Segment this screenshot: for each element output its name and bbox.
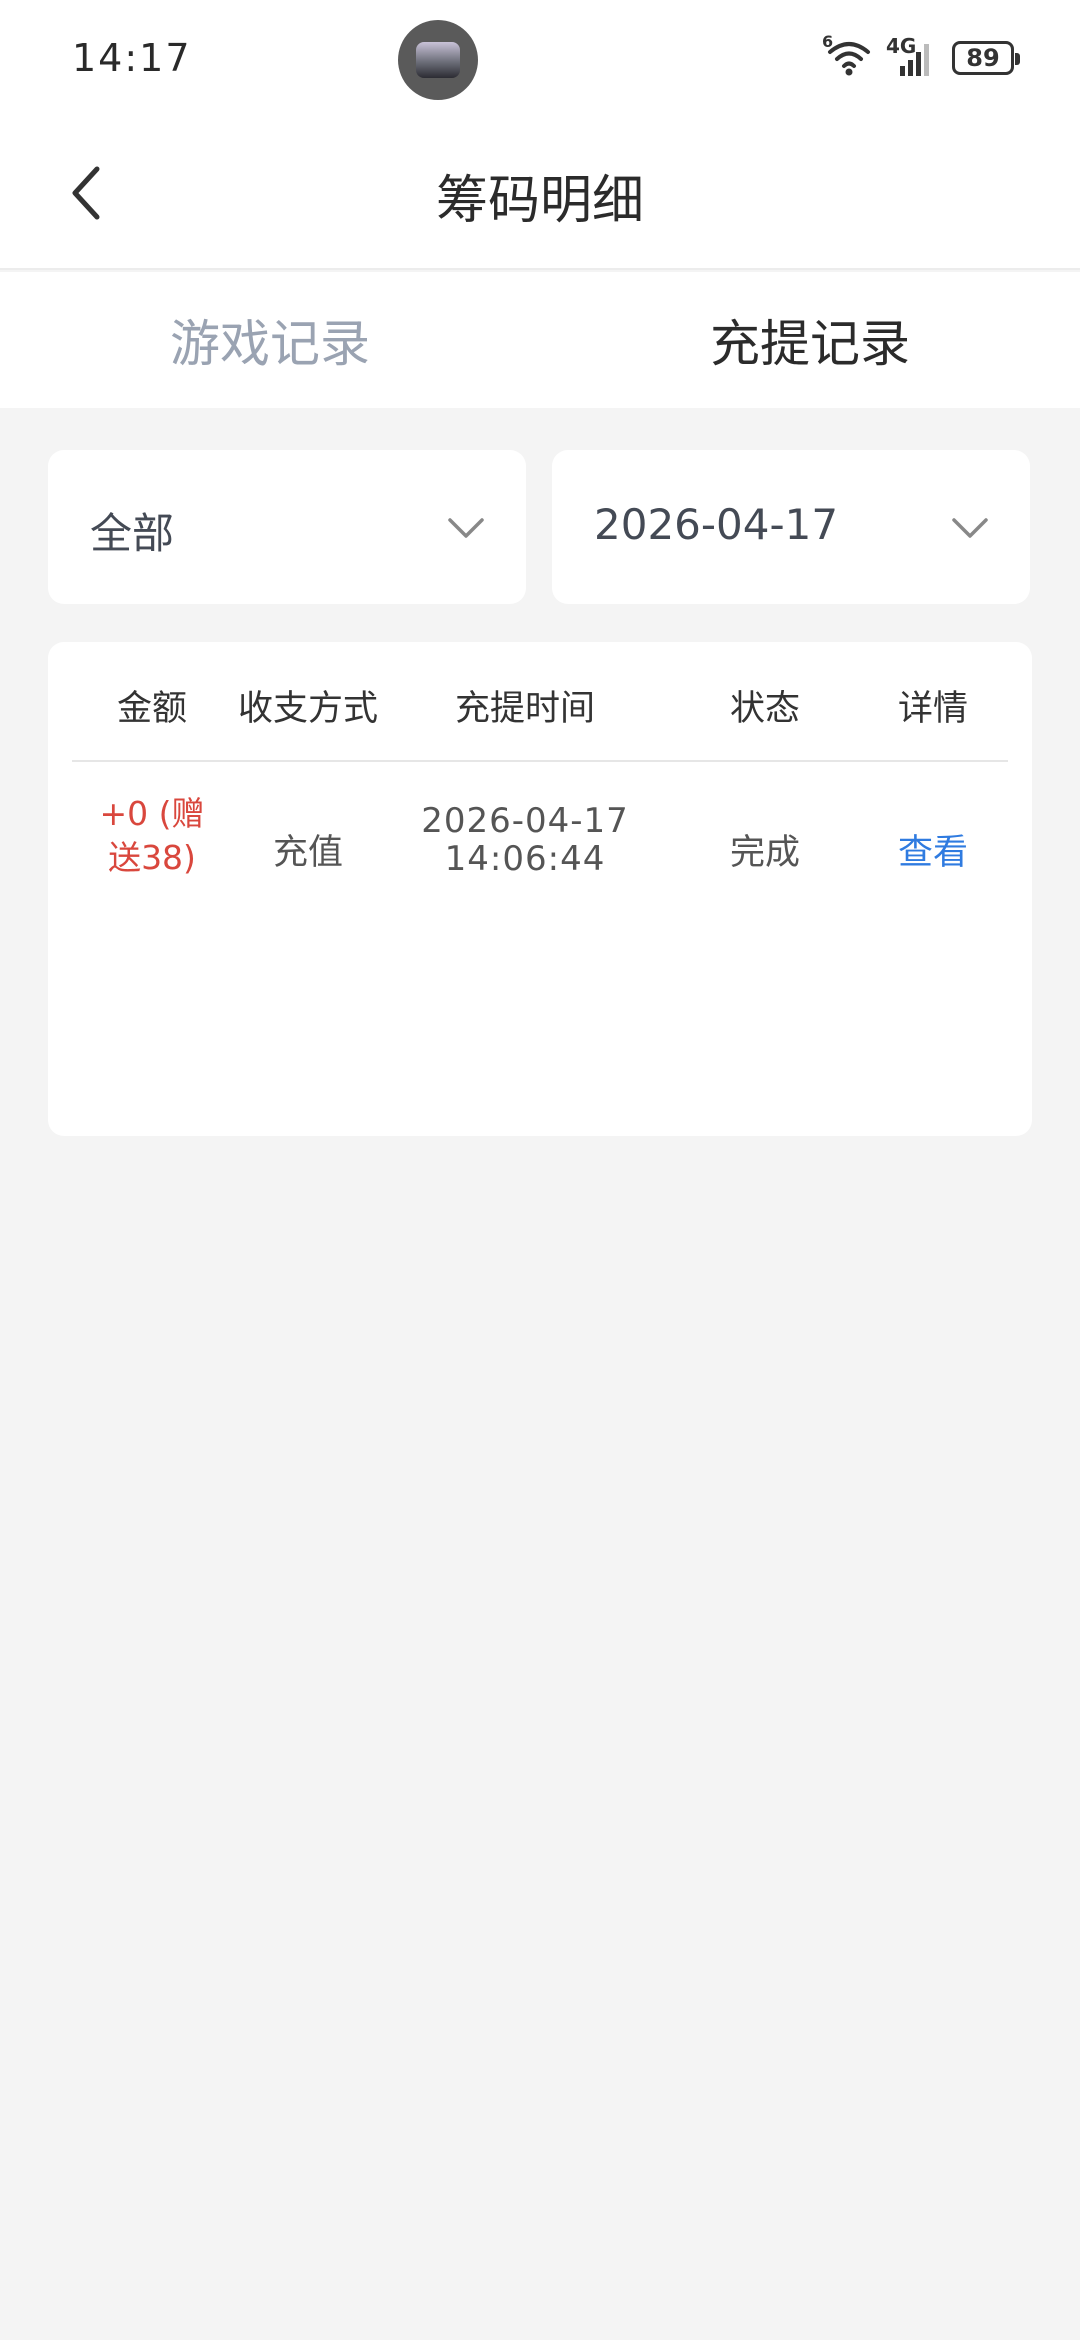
tab-deposit-withdraw-records[interactable]: 充提记录 <box>540 272 1080 408</box>
table-header: 金额 收支方式 充提时间 状态 详情 <box>72 642 1008 762</box>
row-method: 充值 <box>272 833 343 873</box>
cellular-signal-icon: 4G <box>886 34 938 78</box>
wifi-badge: 6 <box>822 32 834 51</box>
records-table: 金额 收支方式 充提时间 状态 详情 +0 (赠 送38) 充值 2026-04… <box>48 642 1032 1136</box>
wifi-icon: 6 <box>822 32 872 78</box>
header-time: 充提时间 <box>454 689 595 729</box>
header-status: 状态 <box>729 689 800 729</box>
nav-header: 筹码明细 <box>0 120 1080 270</box>
avatar-image <box>416 42 460 78</box>
date-filter-value: 2026-04-17 <box>594 500 839 549</box>
header-amount: 金额 <box>116 689 187 729</box>
type-filter-value: 全部 <box>90 509 175 558</box>
table-row: +0 (赠 送38) 充值 2026-04-17 14:06:44 完成 查看 <box>72 792 1008 912</box>
chevron-down-icon <box>952 518 988 538</box>
status-bar: 14:17 6 4G 89 <box>0 0 1080 120</box>
row-date: 2026-04-17 <box>421 801 629 841</box>
header-method: 收支方式 <box>237 689 378 729</box>
status-icons: 6 4G 89 <box>822 32 1020 80</box>
row-status: 完成 <box>729 833 800 873</box>
header-detail: 详情 <box>897 689 968 729</box>
view-detail-link[interactable]: 查看 <box>858 824 1008 875</box>
battery-level: 89 <box>966 44 1000 72</box>
status-time: 14:17 <box>72 36 192 80</box>
row-time: 2026-04-17 14:06:44 <box>384 802 666 878</box>
row-amount: +0 (赠 送38) <box>72 792 232 880</box>
chevron-down-icon <box>448 518 484 538</box>
page-title: 筹码明细 <box>435 171 644 231</box>
tab-bar: 游戏记录 充提记录 <box>0 272 1080 408</box>
row-clock: 14:06:44 <box>444 839 606 879</box>
date-filter-dropdown[interactable]: 2026-04-17 <box>552 450 1030 604</box>
tab-game-records[interactable]: 游戏记录 <box>0 272 540 408</box>
row-amount-line1: +0 (赠 <box>99 794 205 833</box>
battery-icon: 89 <box>952 41 1020 75</box>
floating-avatar[interactable] <box>398 20 478 100</box>
row-amount-line2: 送38) <box>108 838 196 877</box>
type-filter-dropdown[interactable]: 全部 <box>48 450 526 604</box>
